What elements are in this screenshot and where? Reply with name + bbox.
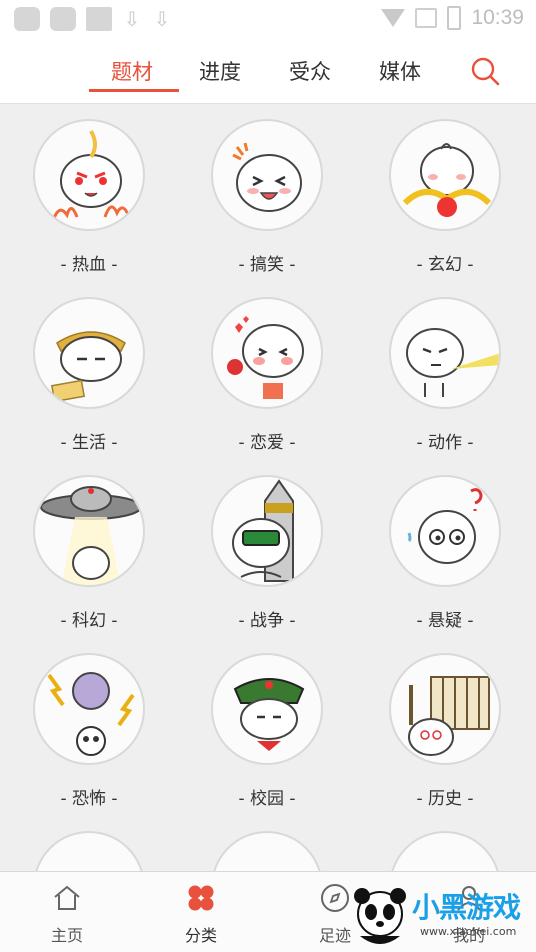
action-mascot [389, 297, 501, 409]
home-icon [54, 885, 80, 910]
tab-theme[interactable]: 题材 [111, 56, 153, 86]
watermark-text: 小黑游戏 [412, 891, 521, 924]
category-label: - 悬疑 - [416, 611, 474, 631]
romance-mascot [211, 297, 323, 409]
category-label: - 生活 - [60, 433, 118, 453]
category-label: - 热血 - [60, 255, 118, 275]
site-watermark: 小黑游戏 www.xiaohei.com [348, 880, 536, 952]
search-icon[interactable] [468, 54, 502, 88]
filter-tab-bar: 题材 进度 受众 媒体 [0, 38, 536, 104]
notification-app-icon [50, 7, 76, 31]
category-horror[interactable]: - 恐怖 - [0, 639, 178, 817]
scifi-mascot [33, 475, 145, 587]
category-label: - 动作 - [416, 433, 474, 453]
fantasy-mascot [389, 119, 501, 231]
horror-mascot [33, 653, 145, 765]
campus-mascot [211, 653, 323, 765]
category-fantasy[interactable]: - 玄幻 - [356, 105, 534, 283]
notification-app-icon [86, 7, 112, 31]
hot-blood-mascot [33, 119, 145, 231]
category-label: - 校园 - [238, 789, 296, 809]
notification-app-icon [14, 7, 40, 31]
category-life[interactable]: - 生活 - [0, 283, 178, 461]
download-icon: ⇩ [153, 7, 171, 31]
category-label: - 科幻 - [60, 611, 118, 631]
war-mascot [211, 475, 323, 587]
category-romance[interactable]: - 恋爱 - [178, 283, 356, 461]
no-sim-icon [415, 8, 438, 28]
category-history[interactable]: - 历史 - [356, 639, 534, 817]
nav-category[interactable]: 分类 [134, 872, 268, 952]
active-tab-indicator [89, 89, 179, 92]
category-label: - 战争 - [238, 611, 296, 631]
category-label: - 恋爱 - [238, 433, 296, 453]
wifi-icon [381, 9, 406, 27]
category-action[interactable]: - 动作 - [356, 283, 534, 461]
mystery-mascot [389, 475, 501, 587]
category-label: - 玄幻 - [416, 255, 474, 275]
category-hot-blood[interactable]: - 热血 - [0, 105, 178, 283]
panda-logo-icon [354, 888, 406, 944]
category-campus[interactable]: - 校园 - [178, 639, 356, 817]
category-label: - 恐怖 - [60, 789, 118, 809]
tab-audience[interactable]: 受众 [289, 56, 331, 86]
category-icon [188, 885, 214, 911]
history-mascot [389, 653, 501, 765]
watermark-url: www.xiaohei.com [420, 925, 517, 938]
nav-home[interactable]: 主页 [0, 872, 134, 952]
funny-mascot [211, 119, 323, 231]
category-war[interactable]: - 战争 - [178, 461, 356, 639]
status-time: 10:39 [471, 6, 524, 29]
tab-media[interactable]: 媒体 [379, 56, 421, 86]
nav-label: 分类 [184, 926, 217, 945]
compass-icon [321, 884, 349, 912]
battery-icon [447, 6, 462, 30]
category-label: - 历史 - [416, 789, 474, 809]
life-mascot [33, 297, 145, 409]
category-mystery[interactable]: - 悬疑 - [356, 461, 534, 639]
download-icon: ⇩ [123, 7, 141, 31]
category-scifi[interactable]: - 科幻 - [0, 461, 178, 639]
nav-label: 主页 [50, 926, 83, 945]
status-notification-icons: ⇩ ⇩ [14, 7, 172, 33]
tab-progress[interactable]: 进度 [199, 56, 241, 86]
category-funny[interactable]: - 搞笑 - [178, 105, 356, 283]
category-label: - 搞笑 - [238, 255, 296, 275]
status-bar: ⇩ ⇩ 10:39 [0, 0, 536, 38]
